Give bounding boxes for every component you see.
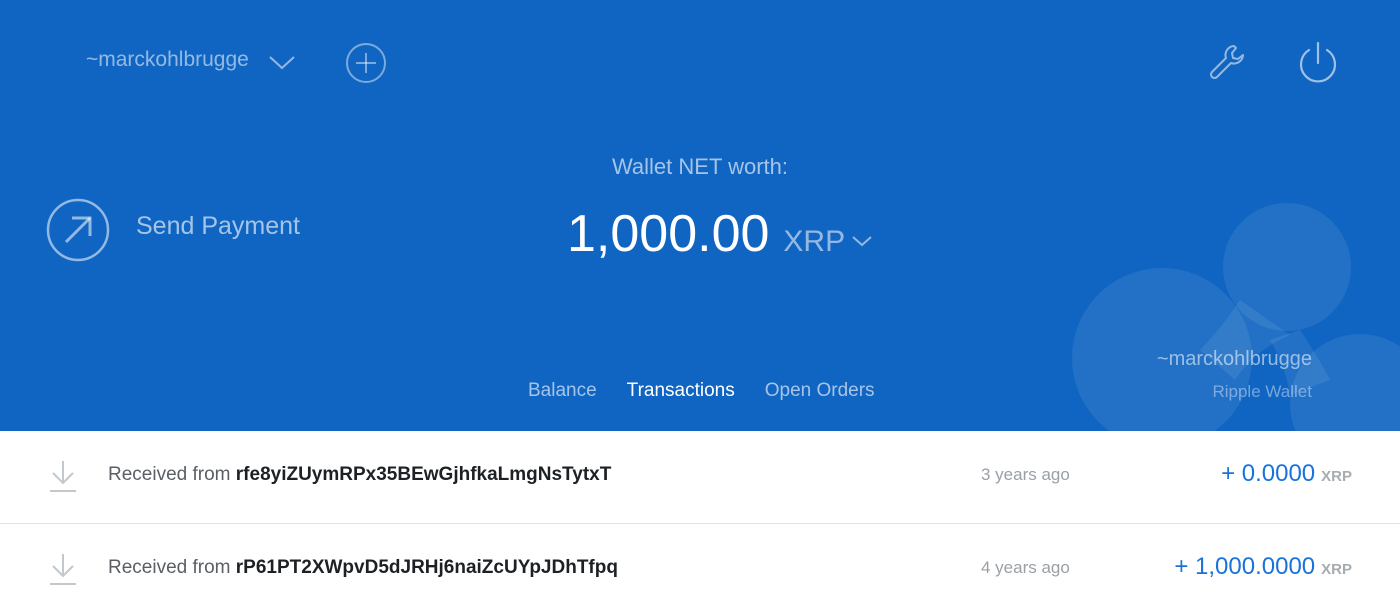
send-payment-button[interactable]: Send Payment [136, 212, 300, 241]
transaction-time: 4 years ago [981, 558, 1070, 577]
wallet-header: ~marckohlbrugge Send Payment Wallet NET … [0, 0, 1400, 431]
account-name[interactable]: ~marckohlbrugge [86, 48, 249, 72]
wrench-icon[interactable] [1207, 42, 1247, 82]
net-worth-value: 1,000.00 XRP [567, 204, 873, 264]
download-icon [50, 554, 76, 585]
tab-bar: Balance Transactions Open Orders [528, 380, 905, 402]
transaction-description: Received from rP61PT2XWpvD5dJRHj6naiZcUY… [108, 557, 618, 579]
send-payment-icon[interactable] [46, 198, 110, 262]
wallet-subtitle: Ripple Wallet [1212, 382, 1312, 401]
transaction-row[interactable]: Received from rP61PT2XWpvD5dJRHj6naiZcUY… [0, 524, 1400, 616]
transaction-prefix: Received from [108, 464, 231, 485]
transaction-amount: + 0.0000 XRP [1221, 460, 1352, 488]
transaction-row[interactable]: Received from rfe8yiZUymRPx35BEwGjhfkaLm… [0, 431, 1400, 524]
transaction-address[interactable]: rP61PT2XWpvD5dJRHj6naiZcUYpJDhTfpq [236, 557, 618, 578]
transaction-time: 3 years ago [981, 465, 1070, 484]
chevron-down-icon[interactable] [851, 234, 873, 248]
transaction-amount-value: + 0.0000 [1221, 460, 1316, 487]
transaction-description: Received from rfe8yiZUymRPx35BEwGjhfkaLm… [108, 464, 611, 486]
transaction-prefix: Received from [108, 557, 231, 578]
net-worth-amount: 1,000.00 [567, 205, 770, 263]
transaction-amount-unit: XRP [1321, 468, 1352, 485]
download-icon [50, 461, 76, 492]
transaction-amount: + 1,000.0000 XRP [1174, 553, 1352, 581]
transaction-amount-unit: XRP [1321, 561, 1352, 578]
net-worth-currency[interactable]: XRP [783, 225, 845, 259]
tab-transactions[interactable]: Transactions [627, 380, 735, 402]
chevron-down-icon[interactable] [268, 52, 296, 72]
transaction-list: Received from rfe8yiZUymRPx35BEwGjhfkaLm… [0, 431, 1400, 616]
plus-circle-icon[interactable] [345, 42, 387, 84]
wallet-name: ~marckohlbrugge [1156, 348, 1312, 370]
transaction-amount-value: + 1,000.0000 [1174, 553, 1316, 580]
transaction-address[interactable]: rfe8yiZUymRPx35BEwGjhfkaLmgNsTytxT [236, 464, 612, 485]
power-icon[interactable] [1296, 40, 1340, 86]
tab-open-orders[interactable]: Open Orders [765, 380, 875, 402]
tab-balance[interactable]: Balance [528, 380, 597, 402]
net-worth-label: Wallet NET worth: [611, 154, 789, 179]
